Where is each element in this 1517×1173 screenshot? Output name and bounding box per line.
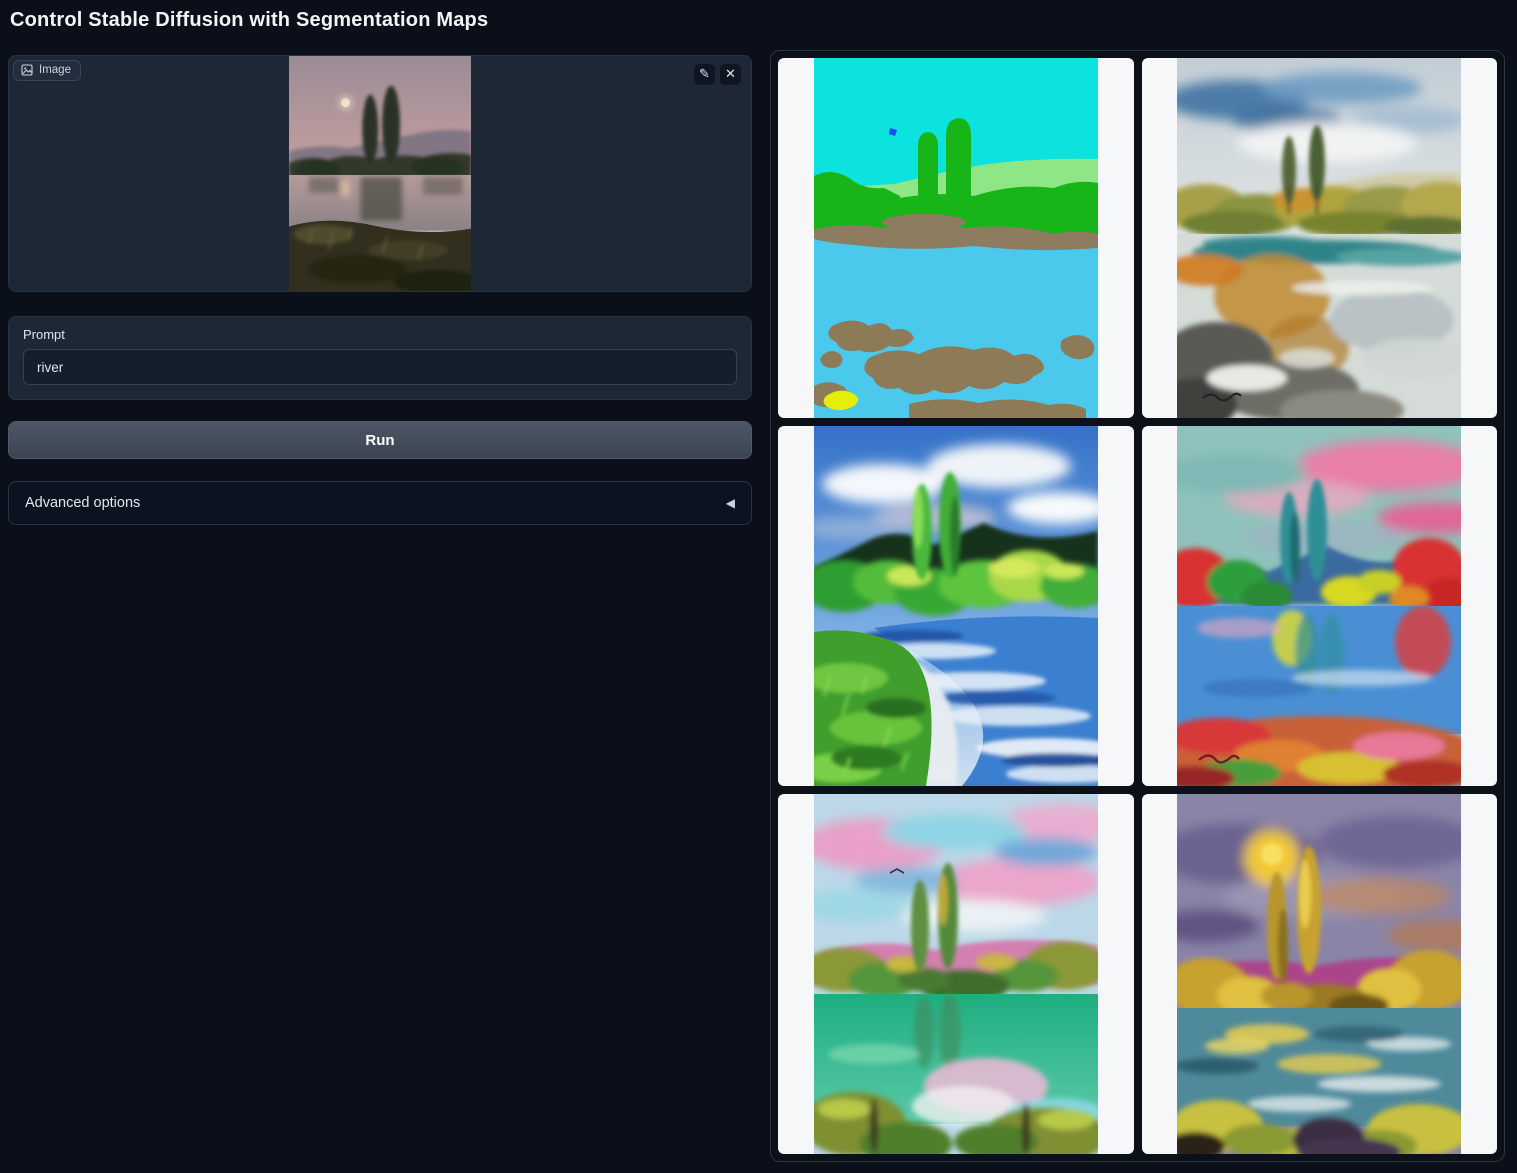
advanced-options-accordion[interactable]: Advanced options ◀ (8, 481, 752, 525)
app-header: Control Stable Diffusion with Segmentati… (0, 0, 1517, 50)
uploaded-image (289, 56, 471, 291)
gallery-item-vivid-green[interactable] (778, 426, 1134, 786)
page-title: Control Stable Diffusion with Segmentati… (10, 9, 488, 31)
main-layout: Image ✎ ✕ Prompt Run Advan (0, 50, 1517, 1162)
gallery-item-pastel[interactable] (778, 794, 1134, 1154)
image-label-chip: Image (13, 60, 81, 81)
generated-image-pastel (814, 794, 1098, 1154)
x-icon: ✕ (725, 65, 736, 85)
gallery-item-watercolor[interactable] (1142, 58, 1498, 418)
prompt-panel: Prompt (8, 316, 752, 400)
generated-image-golden (1177, 794, 1461, 1154)
image-actions: ✎ ✕ (694, 64, 741, 85)
generated-image-expressionist (1177, 426, 1461, 786)
prompt-input[interactable] (23, 349, 737, 385)
app-page: Control Stable Diffusion with Segmentati… (0, 0, 1517, 1173)
prompt-label: Prompt (23, 327, 737, 342)
output-gallery (770, 50, 1505, 1162)
segmentation-map-image (814, 58, 1098, 418)
image-icon (21, 64, 33, 76)
right-column (770, 50, 1505, 1162)
edit-button[interactable]: ✎ (694, 64, 715, 85)
gallery-item-expressionist[interactable] (1142, 426, 1498, 786)
advanced-options-label: Advanced options (25, 495, 140, 511)
triangle-left-icon: ◀ (726, 496, 735, 510)
image-input-panel: Image ✎ ✕ (8, 55, 752, 292)
generated-image-vivid-green (814, 426, 1098, 786)
image-label: Image (39, 64, 71, 76)
generated-image-watercolor (1177, 58, 1461, 418)
clear-button[interactable]: ✕ (720, 64, 741, 85)
gallery-item-golden[interactable] (1142, 794, 1498, 1154)
run-button[interactable]: Run (8, 421, 752, 459)
run-button-label: Run (365, 432, 394, 449)
gallery-item-segmentation-map[interactable] (778, 58, 1134, 418)
left-column: Image ✎ ✕ Prompt Run Advan (8, 50, 752, 525)
pencil-icon: ✎ (699, 65, 710, 85)
